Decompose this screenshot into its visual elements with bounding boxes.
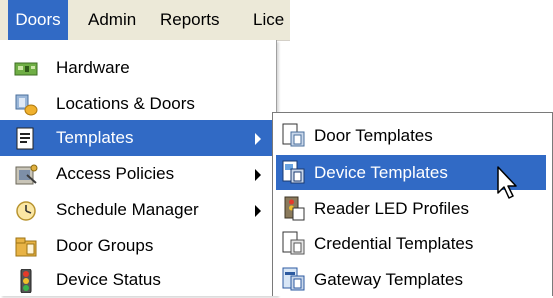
menu-item-access-policies[interactable]: Access Policies <box>0 156 276 192</box>
gateway-templates-icon <box>281 267 307 292</box>
doors-dropdown-menu: Hardware Locations & Doors Templates Acc… <box>0 40 277 296</box>
schedule-manager-icon <box>13 199 39 223</box>
submenu-item-label: Credential Templates <box>314 234 474 253</box>
submenu-item-door-templates[interactable]: Door Templates <box>276 118 546 153</box>
templates-icon <box>13 127 39 151</box>
menu-admin[interactable]: Admin <box>80 0 144 40</box>
reader-led-profiles-icon <box>281 196 307 221</box>
menu-item-door-groups[interactable]: Door Groups <box>0 228 276 264</box>
menu-item-hardware[interactable]: Hardware <box>0 50 276 86</box>
menu-reports[interactable]: Reports <box>152 0 228 40</box>
submenu-item-gateway-templates[interactable]: Gateway Templates <box>276 262 546 297</box>
door-groups-icon <box>13 235 39 259</box>
submenu-arrow-icon <box>255 133 261 145</box>
menu-item-label: Hardware <box>56 58 130 77</box>
device-status-icon <box>13 268 39 294</box>
menu-bar: Doors Admin Reports Lice <box>0 0 290 41</box>
credential-templates-icon <box>281 231 307 256</box>
menu-item-templates[interactable]: Templates <box>0 120 276 156</box>
submenu-item-label: Gateway Templates <box>314 270 463 289</box>
submenu-item-label: Door Templates <box>314 126 433 145</box>
menu-item-device-status[interactable]: Device Status <box>0 262 276 298</box>
submenu-arrow-icon <box>255 205 261 217</box>
submenu-item-label: Device Templates <box>314 163 448 182</box>
menu-item-label: Device Status <box>56 270 161 289</box>
device-templates-icon <box>281 160 307 185</box>
submenu-item-label: Reader LED Profiles <box>314 199 469 218</box>
door-templates-icon <box>281 123 307 148</box>
menu-item-locations-doors[interactable]: Locations & Doors <box>0 86 276 122</box>
menu-doors[interactable]: Doors <box>8 0 68 40</box>
menu-item-label: Access Policies <box>56 164 175 183</box>
submenu-item-credential-templates[interactable]: Credential Templates <box>276 226 546 261</box>
access-policies-icon <box>13 163 39 187</box>
menu-item-label: Schedule Manager <box>56 200 199 219</box>
mouse-cursor-icon <box>497 166 521 202</box>
menu-item-label: Locations & Doors <box>56 94 195 113</box>
templates-submenu: Door Templates Device Templates Reader L… <box>272 112 553 296</box>
menu-licensing[interactable]: Lice <box>245 0 292 40</box>
hardware-icon <box>13 57 39 81</box>
menu-item-label: Door Groups <box>56 236 154 255</box>
menu-item-label: Templates <box>56 128 134 147</box>
menu-item-schedule-manager[interactable]: Schedule Manager <box>0 192 276 228</box>
submenu-arrow-icon <box>255 169 261 181</box>
locations-doors-icon <box>13 93 39 117</box>
